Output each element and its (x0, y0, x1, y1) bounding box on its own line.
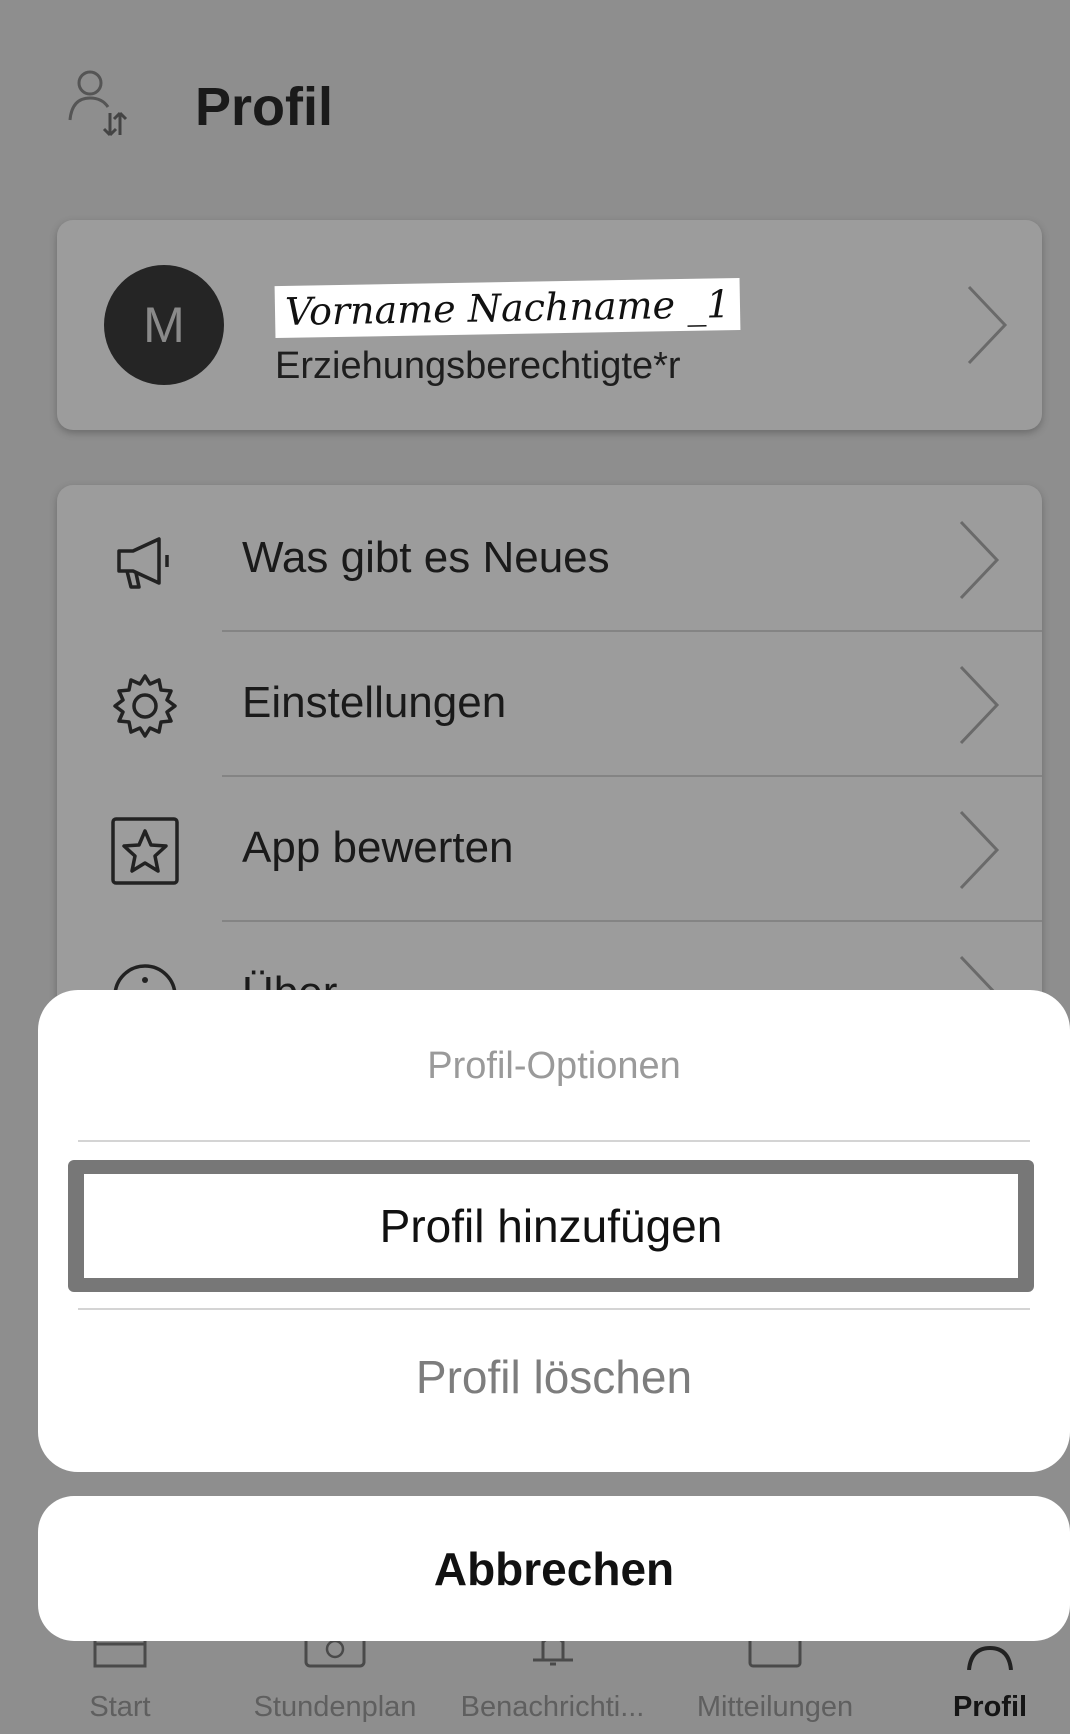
profile-name: Vorname Nachname _1 (274, 277, 741, 339)
delete-profile-button[interactable]: Profil löschen (38, 1350, 1070, 1404)
cancel-button[interactable]: Abbrechen (38, 1496, 1070, 1641)
tab-notifications[interactable]: Benachrichti... (445, 1630, 660, 1724)
profile-options-sheet: Profil-Optionen Profil hinzufügen Profil… (38, 990, 1070, 1472)
divider (78, 1308, 1030, 1310)
chevron-right-icon (959, 665, 1000, 745)
menu-item-label: Einstellungen (242, 678, 507, 727)
profile-card[interactable]: M Vorname Nachname _1 Erziehungsberechti… (57, 220, 1042, 430)
tab-start[interactable]: Start (50, 1630, 190, 1724)
chevron-right-icon (967, 285, 1008, 365)
add-profile-label: Profil hinzufügen (379, 1200, 723, 1252)
tab-label: Profil (952, 1691, 1028, 1723)
tab-label: Benachrichti... (460, 1691, 645, 1723)
star-icon (111, 817, 179, 885)
tab-label: Stundenplan (253, 1691, 417, 1723)
add-profile-button-face[interactable]: Profil hinzufügen (84, 1174, 1018, 1278)
megaphone-icon (117, 537, 169, 589)
page-title: Profil (195, 77, 334, 137)
add-profile-button[interactable]: Profil hinzufügen (68, 1160, 1034, 1292)
menu-item-settings[interactable]: Einstellungen (57, 630, 1042, 775)
avatar-initial: M (143, 297, 185, 353)
chevron-right-icon (959, 810, 1000, 890)
avatar: M (104, 265, 224, 385)
tab-label: Mitteilungen (696, 1691, 854, 1723)
tab-profile[interactable]: Profil (925, 1630, 1055, 1724)
menu-item-label: App bewerten (242, 823, 514, 872)
app-screen: Profil M Vorname Nachname _1 Erziehungsb… (0, 0, 1070, 1734)
menu-item-whats-new[interactable]: Was gibt es Neues (57, 485, 1042, 630)
sheet-title: Profil-Optionen (427, 1045, 681, 1087)
tab-messages[interactable]: Mitteilungen (675, 1630, 875, 1724)
profile-switch-icon[interactable] (62, 65, 142, 145)
gear-icon (113, 674, 177, 738)
tab-schedule[interactable]: Stundenplan (235, 1630, 435, 1724)
chevron-right-icon (959, 520, 1000, 600)
divider (78, 1140, 1030, 1142)
menu-item-label: Was gibt es Neues (242, 533, 610, 582)
cancel-label: Abbrechen (433, 1542, 675, 1595)
tab-label: Start (89, 1691, 151, 1723)
menu-item-rate-app[interactable]: App bewerten (57, 775, 1042, 920)
screen-edge (1070, 0, 1086, 1734)
profile-role: Erziehungsberechtigte*r (275, 345, 681, 387)
